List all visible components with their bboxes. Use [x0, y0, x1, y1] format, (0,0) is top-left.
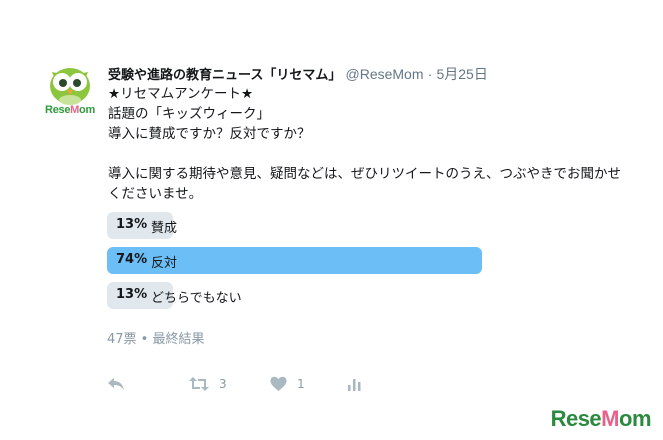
retweet-button[interactable]: 3	[189, 372, 227, 396]
user-handle[interactable]: @ReseMom	[346, 66, 424, 82]
tweet-date[interactable]: 5月25日	[436, 66, 487, 82]
avatar[interactable]: ReseMom	[40, 60, 100, 120]
poll-label: どちらでもない	[151, 291, 242, 306]
tweet-header: 受験や進路の教育ニュース「リセマム」 @ReseMom · 5月25日	[108, 64, 488, 84]
like-count: 1	[297, 377, 305, 391]
heart-icon	[270, 376, 287, 391]
tweet-line: ★リセマムアンケート★	[108, 86, 254, 102]
resemom-watermark: ReseMom	[550, 406, 652, 431]
analytics-icon	[348, 379, 361, 391]
poll-option: 13% どちらでもない	[107, 282, 482, 309]
header-separator: ·	[427, 66, 433, 82]
retweet-icon	[189, 377, 209, 391]
poll-percent: 13%	[116, 287, 148, 302]
tweet-line: 導入に賛成ですか？反対ですか？	[108, 126, 311, 142]
tweet-paragraph: 導入に関する期待や意見、疑問などは、ぜひリツイートのうえ、つぶやきでお聞かせくだ…	[108, 166, 621, 202]
poll-percent: 13%	[116, 217, 148, 232]
analytics-button[interactable]	[347, 372, 363, 396]
display-name[interactable]: 受験や進路の教育ニュース「リセマム」	[108, 68, 341, 83]
poll-option: 13% 賛成	[107, 212, 482, 239]
reply-icon	[108, 378, 124, 390]
retweet-count: 3	[219, 377, 227, 391]
poll-label: 賛成	[151, 221, 178, 236]
poll-meta: 47票 • 最終結果	[107, 332, 205, 347]
tweet-actions: 3 1	[107, 372, 407, 396]
tweet-text: ★リセマムアンケート★ 話題の「キッズウィーク」 導入に賛成ですか？反対ですか？…	[108, 84, 628, 204]
poll-percent: 74%	[116, 252, 148, 267]
tweet-line: 話題の「キッズウィーク」	[108, 106, 270, 122]
like-button[interactable]: 1	[270, 372, 305, 396]
poll-option-winner: 74% 反対	[107, 247, 482, 274]
poll-label: 反対	[151, 256, 178, 271]
avatar-brand-text: ReseMom	[45, 104, 95, 116]
owl-logo-icon	[50, 68, 90, 105]
reply-button[interactable]	[107, 372, 125, 396]
